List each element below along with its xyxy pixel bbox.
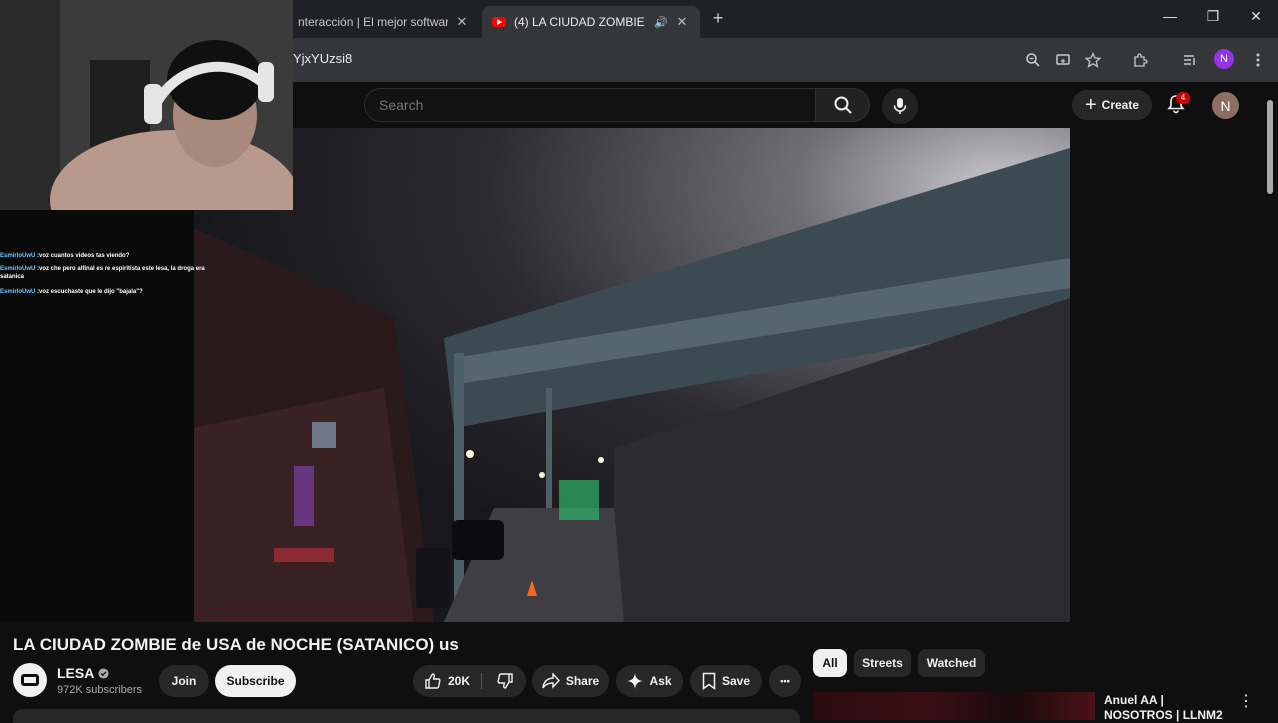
thumbs-down-icon — [496, 673, 513, 689]
tab-title: (4) LA CIUDAD ZOMBIE de U — [514, 15, 648, 29]
description-box[interactable] — [13, 709, 800, 723]
like-button[interactable]: 20K — [413, 665, 481, 697]
search-input[interactable] — [379, 97, 799, 113]
window-close-button[interactable]: ✕ — [1241, 8, 1271, 30]
chat-message: EsmirloUwU :voz che pero alfinal es re e… — [0, 265, 228, 281]
tab-close-icon[interactable]: ✕ — [674, 14, 690, 30]
voice-search-button[interactable] — [882, 88, 918, 124]
thumbs-up-icon — [425, 673, 441, 689]
chip-watched[interactable]: Watched — [918, 649, 985, 677]
chat-username: EsmirloUwU — [0, 253, 36, 259]
cast-icon[interactable] — [1053, 50, 1073, 70]
page-scrollbar-thumb[interactable] — [1267, 100, 1273, 194]
bookmark-star-icon[interactable] — [1083, 50, 1103, 70]
new-tab-button[interactable]: + — [708, 8, 728, 30]
search-button[interactable] — [816, 88, 870, 122]
speaker-icon[interactable]: 🔊 — [654, 16, 668, 29]
tab-interaccion[interactable]: nteracción | El mejor software p ✕ — [288, 6, 480, 38]
ask-label: Ask — [649, 674, 672, 688]
address-bar[interactable]: YjxYUzsi8 — [293, 51, 352, 66]
video-player[interactable] — [194, 128, 1070, 622]
more-actions-button[interactable]: ••• — [769, 665, 801, 697]
like-count: 20K — [447, 674, 470, 688]
share-icon — [542, 673, 560, 689]
join-button[interactable]: Join — [159, 665, 209, 697]
channel-logo-icon — [21, 674, 39, 686]
plus-icon: + — [1084, 94, 1097, 116]
create-label: Create — [1101, 98, 1140, 112]
save-label: Save — [721, 674, 751, 688]
subscriber-count: 972K subscribers — [57, 684, 142, 696]
minimize-button[interactable]: — — [1155, 8, 1185, 30]
chat-text: :voz escuchaste que le dijo "bajala"? — [37, 289, 143, 295]
channel-name[interactable]: LESA — [57, 665, 109, 681]
chat-message: EsmirloUwU :voz escuchaste que le dijo "… — [0, 288, 228, 296]
video-title: LA CIUDAD ZOMBIE de USA de NOCHE (SATANI… — [13, 635, 459, 654]
microphone-icon — [893, 98, 907, 114]
create-button[interactable]: + Create — [1072, 90, 1152, 120]
verified-check-icon — [98, 667, 109, 679]
media-control-icon[interactable] — [1180, 50, 1200, 70]
youtube-favicon-icon — [492, 17, 506, 27]
chip-all[interactable]: All — [813, 649, 847, 677]
recommendation-menu-icon[interactable]: ⋮ — [1238, 693, 1254, 711]
search-icon — [834, 96, 852, 114]
dislike-button[interactable] — [483, 665, 526, 697]
video-frame — [194, 148, 1070, 622]
notification-count-badge: 4 — [1176, 92, 1190, 104]
share-label: Share — [565, 674, 600, 688]
tab-close-icon[interactable]: ✕ — [454, 14, 470, 30]
extensions-icon[interactable] — [1130, 50, 1150, 70]
channel-avatar[interactable] — [13, 663, 47, 697]
bookmark-icon — [702, 672, 716, 690]
chat-username: EsmirloUwU — [0, 266, 36, 272]
chat-message: EsmirloUwU :voz cuantos videos tas viend… — [0, 252, 228, 260]
webcam-image — [0, 0, 293, 210]
recommendation-title[interactable]: Anuel AA | NOSOTROS | LLNM2 — [1104, 693, 1234, 723]
webcam-overlay — [0, 0, 293, 210]
subscribe-button[interactable]: Subscribe — [215, 665, 296, 697]
recommendation-thumbnail[interactable] — [813, 692, 1095, 720]
tab-title: nteracción | El mejor software p — [298, 15, 448, 29]
like-dislike-group: 20K — [413, 665, 526, 697]
tab-youtube-video[interactable]: (4) LA CIUDAD ZOMBIE de U 🔊 ✕ — [482, 6, 700, 38]
restore-button[interactable]: ❐ — [1198, 8, 1228, 30]
chat-username: EsmirloUwU — [0, 289, 36, 295]
save-button[interactable]: Save — [690, 665, 762, 697]
browser-menu-icon[interactable] — [1248, 50, 1268, 70]
stream-chat-overlay: EsmirloUwU :voz cuantos videos tas viend… — [0, 210, 205, 622]
chat-text: :voz cuantos videos tas viendo? — [37, 253, 130, 259]
ask-button[interactable]: Ask — [616, 665, 683, 697]
search-box[interactable] — [364, 88, 816, 122]
channel-name-text: LESA — [57, 665, 95, 681]
sparkle-icon — [627, 673, 644, 689]
share-button[interactable]: Share — [532, 665, 609, 697]
chip-streets[interactable]: Streets — [854, 649, 911, 677]
account-avatar[interactable]: N — [1212, 92, 1239, 119]
zoom-icon[interactable] — [1023, 50, 1043, 70]
like-divider — [481, 673, 482, 689]
browser-profile-avatar[interactable]: N — [1214, 49, 1234, 69]
